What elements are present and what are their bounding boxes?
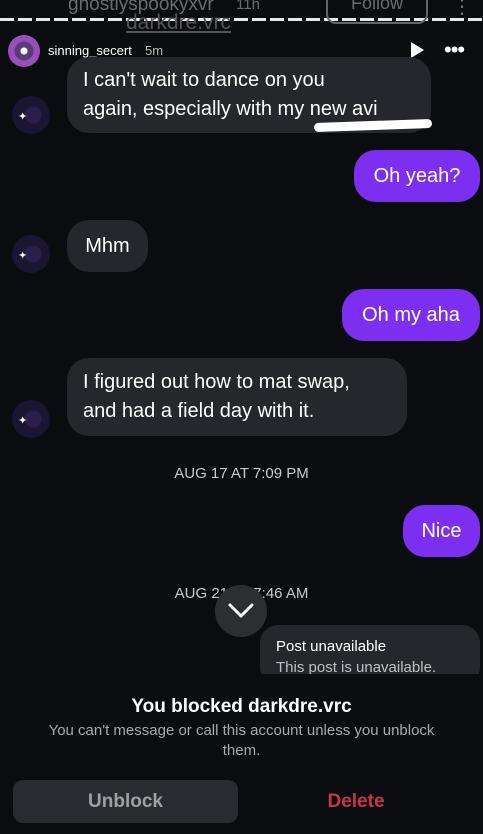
message-line: I figured out how to mat swap,: [83, 371, 350, 393]
ghost-handle: darkdre.vrc: [126, 11, 232, 34]
message-bubble-outgoing[interactable]: Oh my aha: [342, 289, 480, 341]
message-bubble-outgoing[interactable]: Oh yeah?: [354, 150, 480, 202]
blocked-description: You can't message or call this account u…: [48, 722, 435, 759]
blocked-title: You blocked darkdre.vrc: [131, 696, 352, 717]
story-avatar[interactable]: [8, 35, 40, 67]
message-line: Mhm: [85, 235, 130, 257]
message-line: Oh yeah?: [373, 165, 461, 187]
unblock-button[interactable]: Unblock: [13, 780, 238, 823]
more-options-icon[interactable]: •••: [444, 37, 465, 63]
delete-button[interactable]: Delete: [246, 780, 466, 823]
sender-avatar[interactable]: ✦: [12, 400, 50, 438]
story-time: 5m: [145, 43, 164, 58]
message-bubble-incoming[interactable]: I figured out how to mat swap, and had a…: [67, 358, 407, 436]
sender-avatar[interactable]: ✦: [12, 96, 50, 134]
follow-button[interactable]: Follow: [326, 0, 428, 24]
avatar-figure-icon: ✦: [18, 111, 28, 123]
avatar-figure-icon: ✦: [18, 250, 28, 262]
message-bubble-outgoing[interactable]: Nice: [403, 505, 480, 557]
avatar-figure-icon: ✦: [18, 415, 28, 427]
message-line: again, especially with my new avi: [83, 98, 378, 120]
post-title: Post unavailable: [276, 638, 387, 655]
ghost-time: 11h: [236, 0, 260, 13]
message-line: Oh my aha: [362, 304, 460, 326]
play-icon[interactable]: [411, 42, 424, 58]
scroll-down-button[interactable]: [215, 585, 267, 637]
story-username[interactable]: sinning_secert: [48, 43, 132, 58]
message-line: Nice: [421, 520, 462, 542]
sender-avatar[interactable]: ✦: [12, 235, 50, 273]
blocked-panel: You blocked darkdre.vrc You can't messag…: [0, 674, 483, 834]
message-bubble-incoming[interactable]: Mhm: [67, 220, 148, 272]
message-line: I can't wait to dance on you: [83, 69, 325, 91]
message-line: and had a field day with it.: [83, 400, 315, 422]
ghost-more-icon: ⋮: [452, 0, 472, 18]
chevron-down-icon: [228, 603, 254, 618]
timestamp: AUG 17 AT 7:09 PM: [174, 465, 309, 482]
